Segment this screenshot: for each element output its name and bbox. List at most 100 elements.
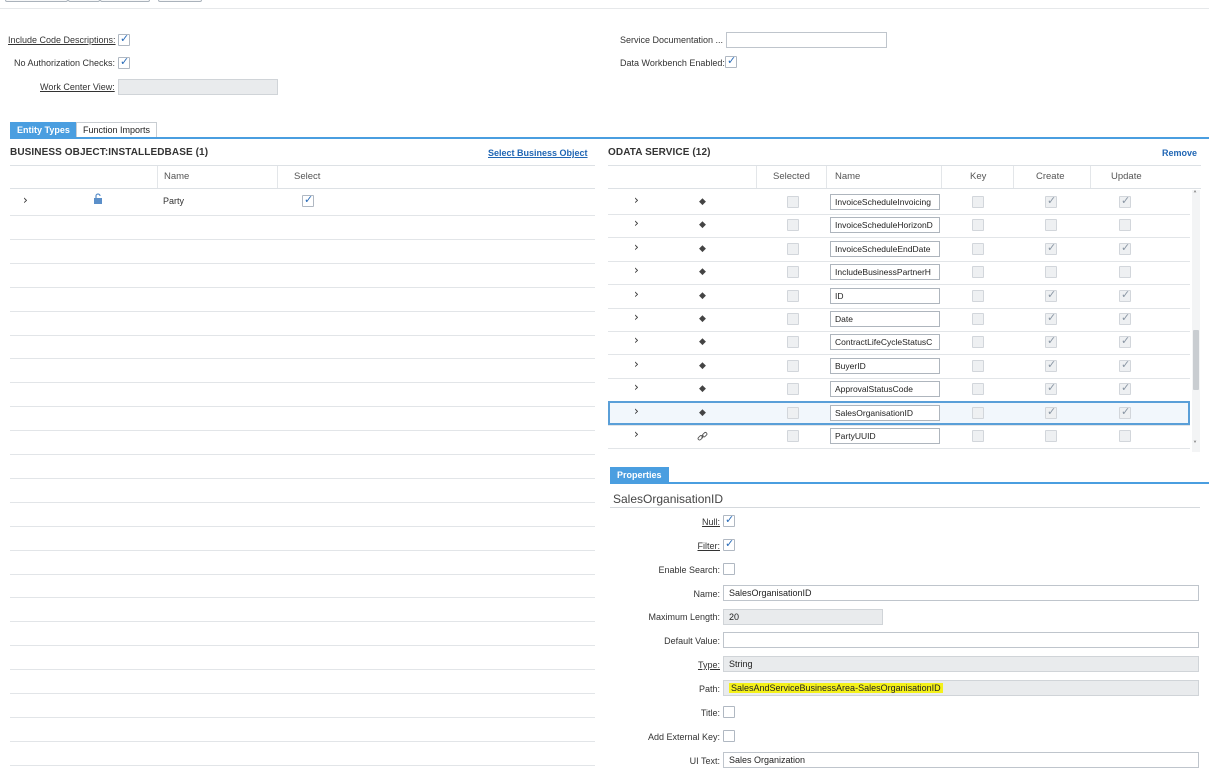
- path-input[interactable]: SalesAndServiceBusinessArea-SalesOrganis…: [723, 680, 1199, 696]
- ui-text-input[interactable]: Sales Organization: [723, 752, 1199, 768]
- create-checkbox[interactable]: [1045, 405, 1057, 419]
- header-select[interactable]: Select: [277, 166, 595, 188]
- key-checkbox[interactable]: [972, 219, 984, 232]
- update-checkbox[interactable]: [1119, 266, 1131, 279]
- selected-checkbox[interactable]: [787, 430, 799, 442]
- header-key[interactable]: Key: [941, 166, 1013, 188]
- create-checkbox[interactable]: [1045, 288, 1057, 302]
- expand-row-chevron-icon[interactable]: ›: [634, 216, 639, 230]
- create-checkbox[interactable]: [1045, 381, 1057, 396]
- odata-row-name-input[interactable]: ContractLifeCycleStatusC: [830, 334, 940, 351]
- null-checkbox[interactable]: [723, 513, 735, 527]
- update-checkbox[interactable]: [1119, 241, 1131, 255]
- remove-link[interactable]: Remove: [1162, 148, 1197, 158]
- odata-scrollbar-thumb[interactable]: [1193, 330, 1199, 390]
- odata-row-name-input[interactable]: ApprovalStatusCode: [830, 381, 940, 398]
- expand-row-chevron-icon[interactable]: ›: [634, 427, 639, 441]
- key-checkbox[interactable]: [972, 289, 984, 302]
- select-business-object-link[interactable]: Select Business Object: [488, 148, 588, 158]
- header-selected[interactable]: Selected: [756, 166, 826, 188]
- data-workbench-enabled-checkbox[interactable]: [725, 54, 737, 68]
- expand-row-chevron-icon[interactable]: ›: [634, 404, 639, 418]
- filter-checkbox[interactable]: [723, 537, 735, 551]
- header-create[interactable]: Create: [1013, 166, 1090, 188]
- default-value-input[interactable]: [723, 632, 1199, 648]
- selected-checkbox[interactable]: [787, 289, 799, 302]
- header-name[interactable]: Name: [826, 166, 941, 188]
- create-checkbox[interactable]: [1045, 194, 1057, 208]
- odata-row-name-input[interactable]: ID: [830, 287, 940, 304]
- create-checkbox[interactable]: [1045, 358, 1057, 372]
- key-checkbox[interactable]: [972, 266, 984, 279]
- selected-checkbox[interactable]: [787, 336, 799, 349]
- selected-checkbox[interactable]: [787, 359, 799, 372]
- create-checkbox[interactable]: [1045, 430, 1057, 442]
- odata-row-name-input[interactable]: BuyerID: [830, 357, 940, 374]
- include-code-descriptions-checkbox[interactable]: [118, 32, 130, 46]
- odata-row-name-input[interactable]: InvoiceScheduleInvoicing: [830, 194, 940, 210]
- key-checkbox[interactable]: [972, 242, 984, 255]
- expand-row-chevron-icon[interactable]: ›: [634, 333, 639, 347]
- expand-row-chevron-icon[interactable]: ›: [634, 240, 639, 254]
- expand-row-chevron-icon[interactable]: ›: [634, 310, 639, 324]
- expand-row-chevron-icon[interactable]: ›: [634, 193, 639, 207]
- service-documentation-input[interactable]: [726, 32, 887, 48]
- odata-row-name-input[interactable]: InvoiceScheduleHorizonD: [830, 217, 940, 234]
- create-checkbox[interactable]: [1045, 241, 1057, 255]
- expand-row-chevron-icon[interactable]: ›: [634, 263, 639, 277]
- tab-properties[interactable]: Properties: [610, 467, 669, 483]
- name-input[interactable]: SalesOrganisationID: [723, 585, 1199, 601]
- expand-row-chevron-icon[interactable]: ›: [634, 357, 639, 371]
- create-checkbox[interactable]: [1045, 334, 1057, 349]
- update-checkbox[interactable]: [1119, 430, 1131, 442]
- update-checkbox[interactable]: [1119, 381, 1131, 396]
- selected-checkbox[interactable]: [787, 242, 799, 255]
- toolbar-button[interactable]: [100, 0, 150, 2]
- selected-checkbox[interactable]: [787, 383, 799, 396]
- expand-row-chevron-icon[interactable]: ›: [23, 193, 28, 207]
- create-checkbox[interactable]: [1045, 311, 1057, 325]
- selected-checkbox[interactable]: [787, 313, 799, 325]
- header-update[interactable]: Update: [1090, 166, 1191, 188]
- type-input[interactable]: String: [723, 656, 1199, 672]
- header-name[interactable]: Name: [157, 166, 277, 188]
- selected-checkbox[interactable]: [787, 219, 799, 232]
- tab-entity-types[interactable]: Entity Types: [10, 122, 77, 138]
- bo-row-select-checkbox[interactable]: [302, 193, 314, 207]
- create-checkbox[interactable]: [1045, 266, 1057, 279]
- odata-row-name-input[interactable]: SalesOrganisationID: [830, 404, 940, 421]
- key-checkbox[interactable]: [972, 336, 984, 349]
- odata-row-name-input[interactable]: InvoiceScheduleEndDate: [830, 240, 940, 257]
- update-checkbox[interactable]: [1119, 405, 1131, 419]
- key-checkbox[interactable]: [972, 359, 984, 372]
- key-checkbox[interactable]: [972, 406, 984, 419]
- selected-checkbox[interactable]: [787, 196, 799, 208]
- no-authorization-checks-checkbox[interactable]: [118, 55, 130, 69]
- enable-search-checkbox[interactable]: [723, 563, 735, 575]
- update-checkbox[interactable]: [1119, 219, 1131, 232]
- key-checkbox[interactable]: [972, 196, 984, 208]
- update-checkbox[interactable]: [1119, 288, 1131, 302]
- update-checkbox[interactable]: [1119, 358, 1131, 372]
- create-checkbox[interactable]: [1045, 219, 1057, 232]
- maximum-length-input[interactable]: 20: [723, 609, 883, 625]
- scroll-up-icon[interactable]: ˄: [1193, 190, 1197, 199]
- tab-function-imports[interactable]: Function Imports: [76, 122, 158, 138]
- update-checkbox[interactable]: [1119, 334, 1131, 349]
- key-checkbox[interactable]: [972, 430, 984, 442]
- work-center-view-input[interactable]: [118, 79, 278, 95]
- odata-scrollbar[interactable]: [1192, 190, 1200, 452]
- add-external-key-checkbox[interactable]: [723, 730, 735, 742]
- toolbar-button[interactable]: [68, 0, 100, 2]
- selected-checkbox[interactable]: [787, 406, 799, 419]
- toolbar-button[interactable]: [158, 0, 202, 2]
- key-checkbox[interactable]: [972, 383, 984, 396]
- update-checkbox[interactable]: [1119, 194, 1131, 208]
- key-checkbox[interactable]: [972, 313, 984, 325]
- expand-row-chevron-icon[interactable]: ›: [634, 380, 639, 394]
- odata-row-name-input[interactable]: PartyUUID: [830, 428, 940, 444]
- odata-row-name-input[interactable]: IncludeBusinessPartnerH: [830, 264, 940, 281]
- odata-row-name-input[interactable]: Date: [830, 311, 940, 327]
- toolbar-button[interactable]: [5, 0, 68, 2]
- expand-row-chevron-icon[interactable]: ›: [634, 287, 639, 301]
